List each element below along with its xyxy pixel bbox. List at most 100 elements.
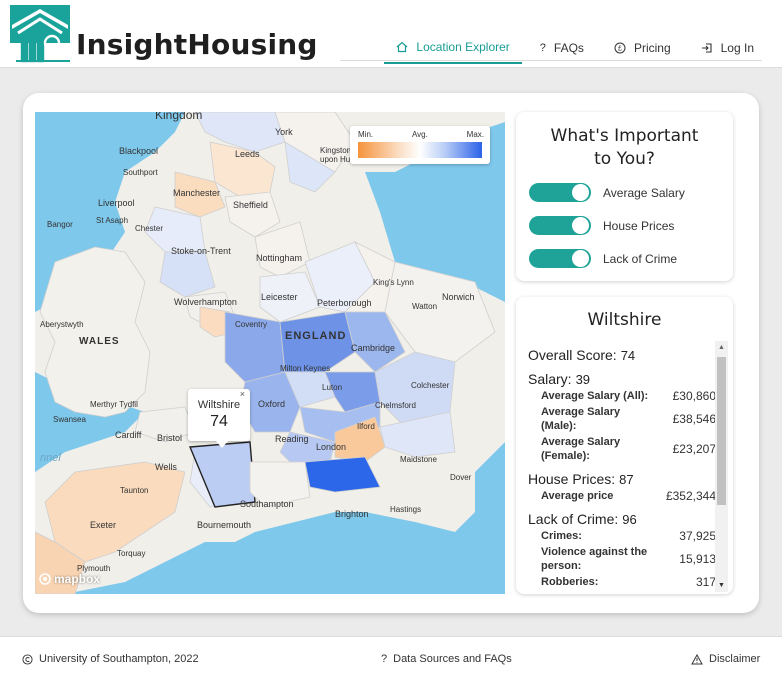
- stat-row: Average price £352,344: [528, 489, 716, 503]
- legend-gradient-bar: [358, 142, 482, 158]
- map-label-peterborough: Peterborough: [317, 298, 372, 308]
- details-scroll-area[interactable]: Overall Score: 74 Salary: 39 Average Salar…: [528, 343, 716, 593]
- map-label-luton: Luton: [322, 383, 343, 392]
- map-label-southampton: Southampton: [240, 499, 294, 509]
- stat-row: Average Salary (All): £30,860: [528, 389, 716, 403]
- map-label-chelmsford: Chelmsford: [375, 401, 416, 410]
- map-label-kingston: Kingston: [320, 146, 352, 155]
- crime-toggle-label: Lack of Crime: [603, 251, 678, 266]
- map-label-england: ENGLAND: [285, 330, 347, 342]
- map-label-bangor: Bangor: [47, 220, 73, 229]
- overall-score-value: 74: [620, 348, 636, 363]
- copyright-icon: [22, 653, 33, 665]
- house-logo-icon: [10, 5, 70, 63]
- stat-label: Average Salary (Female):: [541, 436, 621, 462]
- region-details-panel: Wiltshire Overall Score: 74 Salary: 39 Ave…: [516, 297, 733, 594]
- house-prices-toggle[interactable]: [529, 216, 591, 235]
- map-label-york: York: [275, 127, 293, 137]
- tooltip-arrow: [216, 441, 228, 448]
- map-label-sheffield: Sheffield: [233, 200, 268, 210]
- map-label-bournemouth: Bournemouth: [197, 520, 252, 530]
- nav-login[interactable]: Log In: [689, 36, 766, 64]
- toggle-knob: [572, 184, 589, 201]
- map-label-coventry: Coventry: [235, 320, 268, 329]
- crime-label: Lack of Crime:: [528, 511, 619, 527]
- scroll-thumb[interactable]: [717, 357, 726, 505]
- map-legend: Min. Avg. Max.: [350, 126, 490, 164]
- nav-pricing[interactable]: £ Pricing: [602, 36, 683, 64]
- tooltip-close-icon[interactable]: ×: [240, 389, 245, 399]
- footer-disclaimer-link[interactable]: Disclaimer: [691, 653, 760, 665]
- home-icon: [397, 41, 408, 53]
- nav-faqs[interactable]: ? FAQs: [528, 36, 596, 64]
- details-scrollbar[interactable]: ▲ ▼: [715, 341, 728, 592]
- map-label-ilford: Ilford: [357, 422, 375, 431]
- map-label-cardiff: Cardiff: [115, 430, 142, 440]
- map-label-blackpool: Blackpool: [119, 146, 159, 156]
- stat-label: Violence against the person:: [541, 546, 648, 572]
- map-label-stoke: Stoke-on-Trent: [171, 246, 231, 256]
- legend-max: Max.: [466, 130, 484, 139]
- map-label-kings-lynn: King's Lynn: [373, 278, 414, 287]
- mapbox-logo[interactable]: mapbox: [39, 572, 100, 586]
- stat-value: 15,913: [679, 552, 716, 566]
- stat-row: Average Salary (Female): £23,207: [528, 435, 716, 463]
- stat-row: Robberies: 317: [528, 575, 716, 589]
- brand-name[interactable]: InsightHousing: [76, 28, 318, 61]
- map-label-manchester: Manchester: [173, 188, 221, 198]
- nav-location-explorer[interactable]: Location Explorer: [384, 36, 522, 64]
- app-footer: University of Southampton, 2022 ? Data S…: [0, 636, 782, 677]
- map-label-wolverhampton: Wolverhampton: [174, 297, 237, 307]
- choropleth-map[interactable]: Kingdom York Leeds Blackpool Southport K…: [35, 112, 505, 594]
- toggle-row-salary: Average Salary: [529, 183, 685, 202]
- stat-row: Crimes: 37,925: [528, 529, 716, 543]
- logo[interactable]: [10, 5, 70, 65]
- question-icon: ?: [539, 42, 546, 54]
- map-label-brighton: Brighton: [335, 509, 369, 519]
- stat-label: Crimes:: [541, 530, 582, 542]
- map-label-leeds: Leeds: [235, 149, 260, 159]
- stat-row: Violence against the person: 15,913: [528, 545, 716, 573]
- nav-location-explorer-label: Location Explorer: [416, 40, 510, 54]
- mapbox-attribution: mapbox: [54, 572, 101, 586]
- login-icon: [701, 43, 712, 53]
- toggle-knob: [572, 250, 589, 267]
- footer-data-sources-link[interactable]: ? Data Sources and FAQs: [381, 653, 512, 665]
- map-label-maidstone: Maidstone: [400, 455, 437, 464]
- crime-heading: Lack of Crime: 96: [528, 511, 716, 527]
- map-label-wales: WALES: [79, 336, 120, 347]
- salary-heading: Salary: 39: [528, 371, 716, 387]
- map-label-channel: nnel: [40, 452, 61, 464]
- copyright-text: University of Southampton, 2022: [39, 653, 199, 665]
- toggle-row-crime: Lack of Crime: [529, 249, 677, 268]
- map-label-aberystwyth: Aberystwyth: [40, 320, 84, 329]
- crime-toggle[interactable]: [529, 249, 591, 268]
- nav-pricing-label: Pricing: [633, 41, 671, 55]
- map-label-kingdom: Kingdom: [155, 112, 203, 122]
- map-label-southport: Southport: [123, 168, 158, 177]
- footer-copyright: University of Southampton, 2022: [22, 653, 199, 665]
- preferences-panel: What's Important to You? Average Salary …: [516, 112, 733, 281]
- stat-label: Average Salary (Male):: [541, 406, 621, 432]
- scroll-down-arrow-icon[interactable]: ▼: [718, 582, 725, 589]
- stat-value: 317: [695, 575, 716, 589]
- map-label-torquay: Torquay: [117, 549, 146, 558]
- stat-label: Average price: [541, 490, 614, 502]
- warning-icon: [691, 653, 703, 664]
- mapbox-icon: [39, 573, 51, 585]
- map-label-st-asaph: St Asaph: [96, 216, 129, 225]
- stat-label: Average Salary (All):: [541, 390, 649, 402]
- map-label-leicester: Leicester: [261, 292, 298, 302]
- stat-value: £23,207: [672, 442, 716, 456]
- scroll-up-arrow-icon[interactable]: ▲: [718, 344, 725, 351]
- main-nav: Location Explorer ? FAQs £ Pricing Log I…: [378, 36, 766, 64]
- salary-toggle[interactable]: [529, 183, 591, 202]
- wales-region[interactable]: [39, 246, 151, 418]
- map-label-colchester: Colchester: [411, 381, 450, 390]
- map-label-watton: Watton: [412, 302, 438, 311]
- crime-score: 96: [622, 512, 637, 527]
- data-sources-label: Data Sources and FAQs: [393, 653, 512, 665]
- toggle-row-house-prices: House Prices: [529, 216, 674, 235]
- map-label-dover: Dover: [450, 473, 472, 482]
- nav-login-label: Log In: [720, 41, 754, 55]
